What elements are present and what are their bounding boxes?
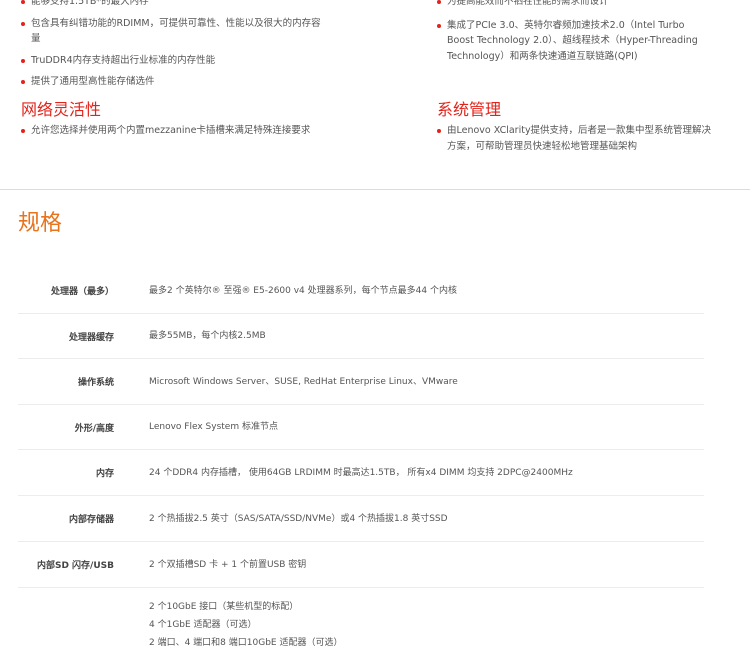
spec-row: 内存 24 个DDR4 内存插槽， 使用64GB LRDIMM 时最高达1.5T…	[18, 450, 704, 496]
product-page: 能够支持1.5TB*的最大内存 包含具有纠错功能的RDIMM，可提供可靠性、性能…	[0, 0, 750, 648]
spec-value: 4 个1GbE 适配器（可选）	[149, 620, 257, 630]
spec-row: 处理器（最多） 最多2 个英特尔® 至强® E5-2600 v4 处理器系列，每…	[18, 268, 704, 314]
spec-value: 最多55MB，每个内核2.5MB	[149, 331, 266, 341]
spec-row: 操作系统 Microsoft Windows Server、SUSE, RedH…	[18, 359, 704, 405]
spec-value: 2 个双插槽SD 卡 + 1 个前置USB 密钥	[149, 559, 307, 570]
spec-value: Lenovo Flex System 标准节点	[149, 422, 278, 432]
spec-value: 2 个热插拔2.5 英寸（SAS/SATA/SSD/NVMe）或4 个热插拔1.…	[149, 513, 448, 524]
feature-bullet: 能够支持1.5TB*的最大内存	[21, 0, 321, 10]
spec-table: 处理器（最多） 最多2 个英特尔® 至强® E5-2600 v4 处理器系列，每…	[18, 268, 704, 668]
spec-label: 外形/高度	[74, 423, 114, 434]
spec-value: 24 个DDR4 内存插槽， 使用64GB LRDIMM 时最高达1.5TB， …	[149, 467, 573, 478]
features-right-list: 为提高能效而不牺牲性能的需求而设计 集成了PCIe 3.0、英特尔睿频加速技术2…	[437, 0, 712, 64]
feature-bullet: TruDDR4内存支持超出行业标准的内存性能	[21, 53, 321, 69]
spec-row: 外形/高度 Lenovo Flex System 标准节点	[18, 405, 704, 450]
section-divider	[0, 189, 750, 190]
spec-label: 处理器（最多）	[50, 287, 114, 297]
spec-label: 内存	[95, 469, 114, 479]
spec-label: 内部SD 闪存/USB	[36, 561, 114, 571]
management-bullets: 由Lenovo XClarity提供支持，后者是一款集中型系统管理解决方案，可帮…	[437, 123, 712, 154]
spec-row: 内部存储器 2 个热插拔2.5 英寸（SAS/SATA/SSD/NVMe）或4 …	[18, 496, 704, 542]
spec-value: 最多2 个英特尔® 至强® E5-2600 v4 处理器系列，每个节点最多44 …	[149, 285, 457, 296]
spec-section-title: 规格	[18, 211, 63, 236]
spec-label: 内部存储器	[68, 515, 114, 525]
spec-row: 2 个10GbE 接口（某些机型的标配） 4 个1GbE 适配器（可选） 2 端…	[18, 588, 704, 668]
feature-bullet: 为提高能效而不牺牲性能的需求而设计	[437, 0, 712, 10]
spec-row: 处理器缓存 最多55MB，每个内核2.5MB	[18, 314, 704, 359]
spec-value: 2 端口、4 端口和8 端口10GbE 适配器（可选）	[149, 638, 343, 648]
spec-label: 处理器缓存	[68, 332, 114, 343]
spec-value-list: 2 个10GbE 接口（某些机型的标配） 4 个1GbE 适配器（可选） 2 端…	[149, 598, 342, 652]
network-bullets: 允许您选择并使用两个内置mezzanine卡插槽来满足特殊连接要求	[21, 123, 321, 139]
spec-label: 操作系统	[77, 378, 114, 388]
features-left-list: 能够支持1.5TB*的最大内存 包含具有纠错功能的RDIMM，可提供可靠性、性能…	[21, 0, 321, 90]
feature-bullet: 提供了通用型高性能存储选件	[21, 74, 321, 90]
feature-bullet: 包含具有纠错功能的RDIMM，可提供可靠性、性能以及很大的内存容量	[21, 16, 321, 47]
system-management-heading: 系统管理	[437, 100, 502, 119]
feature-bullet: 由Lenovo XClarity提供支持，后者是一款集中型系统管理解决方案，可帮…	[437, 123, 712, 154]
spec-value: 2 个10GbE 接口（某些机型的标配）	[149, 602, 299, 612]
spec-value: Microsoft Windows Server、SUSE, RedHat En…	[149, 376, 458, 387]
feature-bullet: 允许您选择并使用两个内置mezzanine卡插槽来满足特殊连接要求	[21, 123, 321, 139]
spec-row: 内部SD 闪存/USB 2 个双插槽SD 卡 + 1 个前置USB 密钥	[18, 542, 704, 588]
feature-bullet: 集成了PCIe 3.0、英特尔睿频加速技术2.0（Intel Turbo Boo…	[437, 18, 712, 65]
network-flexibility-heading: 网络灵活性	[21, 100, 102, 119]
